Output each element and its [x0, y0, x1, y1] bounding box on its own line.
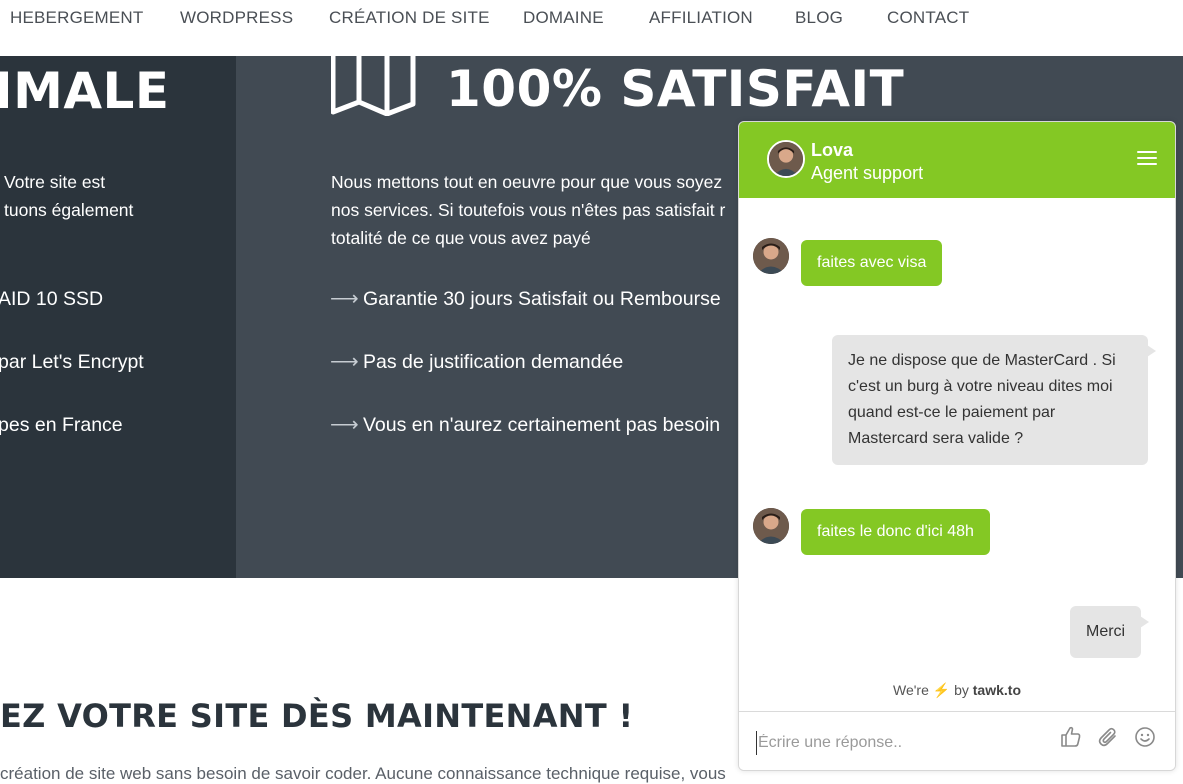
hero-left-list-item-3: pes en France [0, 414, 123, 436]
agent-message-bubble: faites avec visa [801, 240, 943, 286]
lightning-icon: ⚡ [932, 682, 951, 698]
nav-item-blog[interactable]: BLOG [795, 8, 843, 28]
map-icon [331, 56, 416, 116]
agent-message-avatar [753, 508, 789, 544]
agent-avatar [767, 140, 805, 178]
hero-right-text-line-3: totalité de ce que vous avez payé [331, 228, 591, 248]
chat-input-area [739, 711, 1175, 770]
chat-message-input[interactable] [756, 731, 1046, 755]
nav-item-hebergement[interactable]: HEBERGEMENT [10, 8, 144, 28]
agent-role: Agent support [811, 163, 924, 183]
nav-item-creation-de-site[interactable]: CRÉATION DE SITE [329, 8, 490, 28]
hero-right-list-item-2: Pas de justification demandée [363, 351, 624, 373]
arrow-right-icon: ⟶ [330, 351, 359, 373]
visitor-message-bubble: Je ne dispose que de MasterCard . Si c'e… [832, 335, 1156, 465]
section-body-text: création de site web sans besoin de savo… [0, 764, 726, 783]
section-heading: EZ VOTRE SITE DÈS MAINTENANT ! [0, 697, 634, 735]
arrow-right-icon: ⟶ [330, 288, 359, 310]
hero-right-text-line-1: Nous mettons tout en oeuvre pour que vou… [331, 172, 723, 192]
chat-widget: Lova Agent support faites avec visa Je n… [738, 121, 1176, 771]
agent-message-avatar [753, 238, 789, 274]
powered-by-label[interactable]: We're ⚡ by tawk.to [739, 682, 1175, 699]
chat-header: Lova Agent support [739, 122, 1175, 198]
nav-item-wordpress[interactable]: WORDPRESS [180, 8, 293, 28]
hero-left-list-item-1: AID 10 SSD [0, 288, 104, 310]
visitor-message-bubble: Merci [1070, 606, 1150, 658]
hero-right-title: 100% SATISFAIT [446, 60, 905, 118]
smiley-icon[interactable] [1133, 725, 1157, 749]
top-navigation: HEBERGEMENT WORDPRESS CRÉATION DE SITE D… [0, 0, 1183, 56]
powered-by-word: by [954, 682, 969, 698]
arrow-right-icon: ⟶ [330, 414, 359, 436]
agent-name: Lova [811, 140, 854, 160]
menu-icon[interactable] [1137, 151, 1157, 167]
powered-prefix: We're [892, 682, 929, 698]
hero-right-list-item-3: Vous en n'aurez certainement pas besoin [363, 414, 721, 436]
nav-item-contact[interactable]: CONTACT [887, 8, 969, 28]
hero-left-panel: IMALE Votre site est tuons également AID… [0, 56, 236, 578]
agent-message-bubble: faites le donc d'ici 48h [801, 509, 990, 555]
hero-left-title: IMALE [0, 62, 170, 120]
hero-left-text-line-2: tuons également [4, 200, 134, 220]
hero-left-list-item-2: par Let's Encrypt [0, 351, 144, 373]
nav-item-affiliation[interactable]: AFFILIATION [649, 8, 753, 28]
hero-right-list-item-1: Garantie 30 jours Satisfait ou Rembourse [363, 288, 721, 310]
hero-left-text-line-1: Votre site est [4, 172, 106, 192]
paperclip-icon[interactable] [1096, 725, 1120, 749]
nav-item-domaine[interactable]: DOMAINE [523, 8, 604, 28]
powered-brand: tawk.to [972, 682, 1021, 698]
thumbs-up-icon[interactable] [1059, 725, 1083, 749]
hero-right-text-line-2: nos services. Si toutefois vous n'êtes p… [331, 200, 726, 220]
